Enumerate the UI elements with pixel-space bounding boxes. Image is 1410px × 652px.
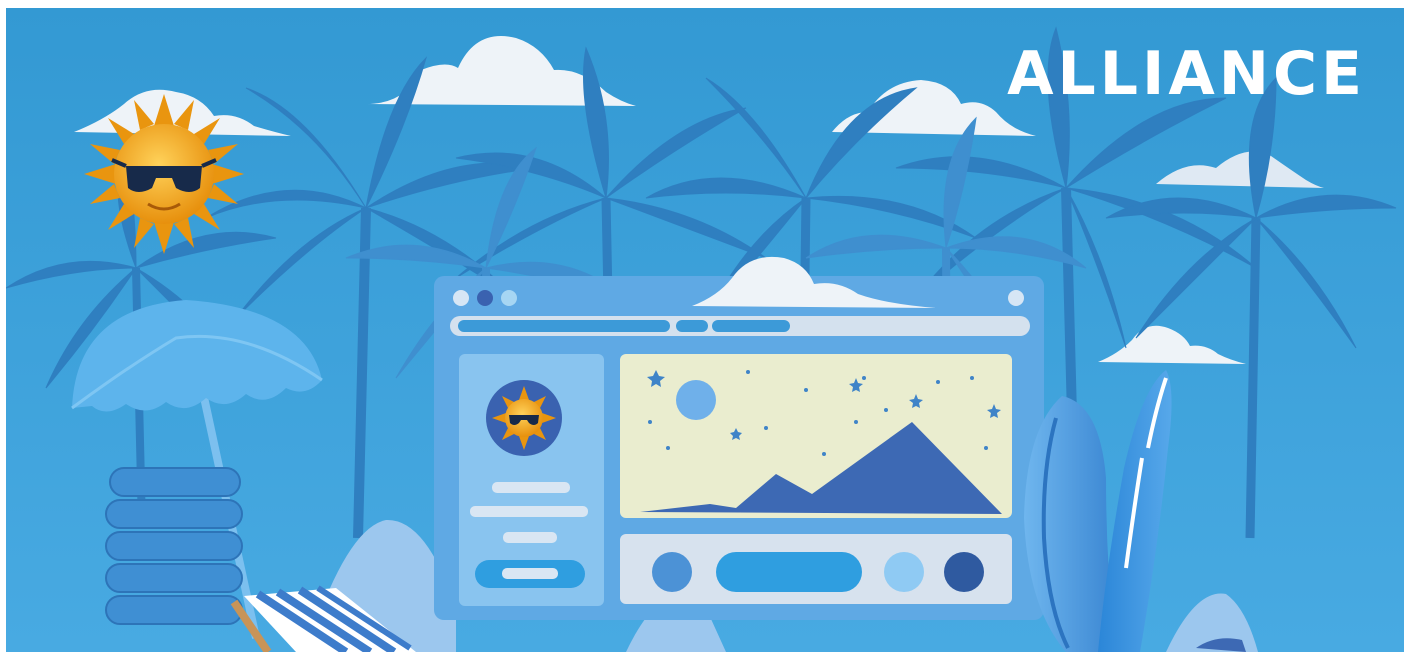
window-dot	[453, 290, 469, 306]
hero-banner: ALLIANCE	[6, 8, 1404, 652]
window-dot	[477, 290, 493, 306]
browser-window	[434, 256, 1044, 620]
swim-ring-stack	[105, 467, 243, 625]
window-dot	[1008, 290, 1024, 306]
window-dot	[501, 290, 517, 306]
brand-logo: ALLIANCE	[1007, 39, 1366, 109]
sun-with-sunglasses-icon	[84, 94, 244, 254]
